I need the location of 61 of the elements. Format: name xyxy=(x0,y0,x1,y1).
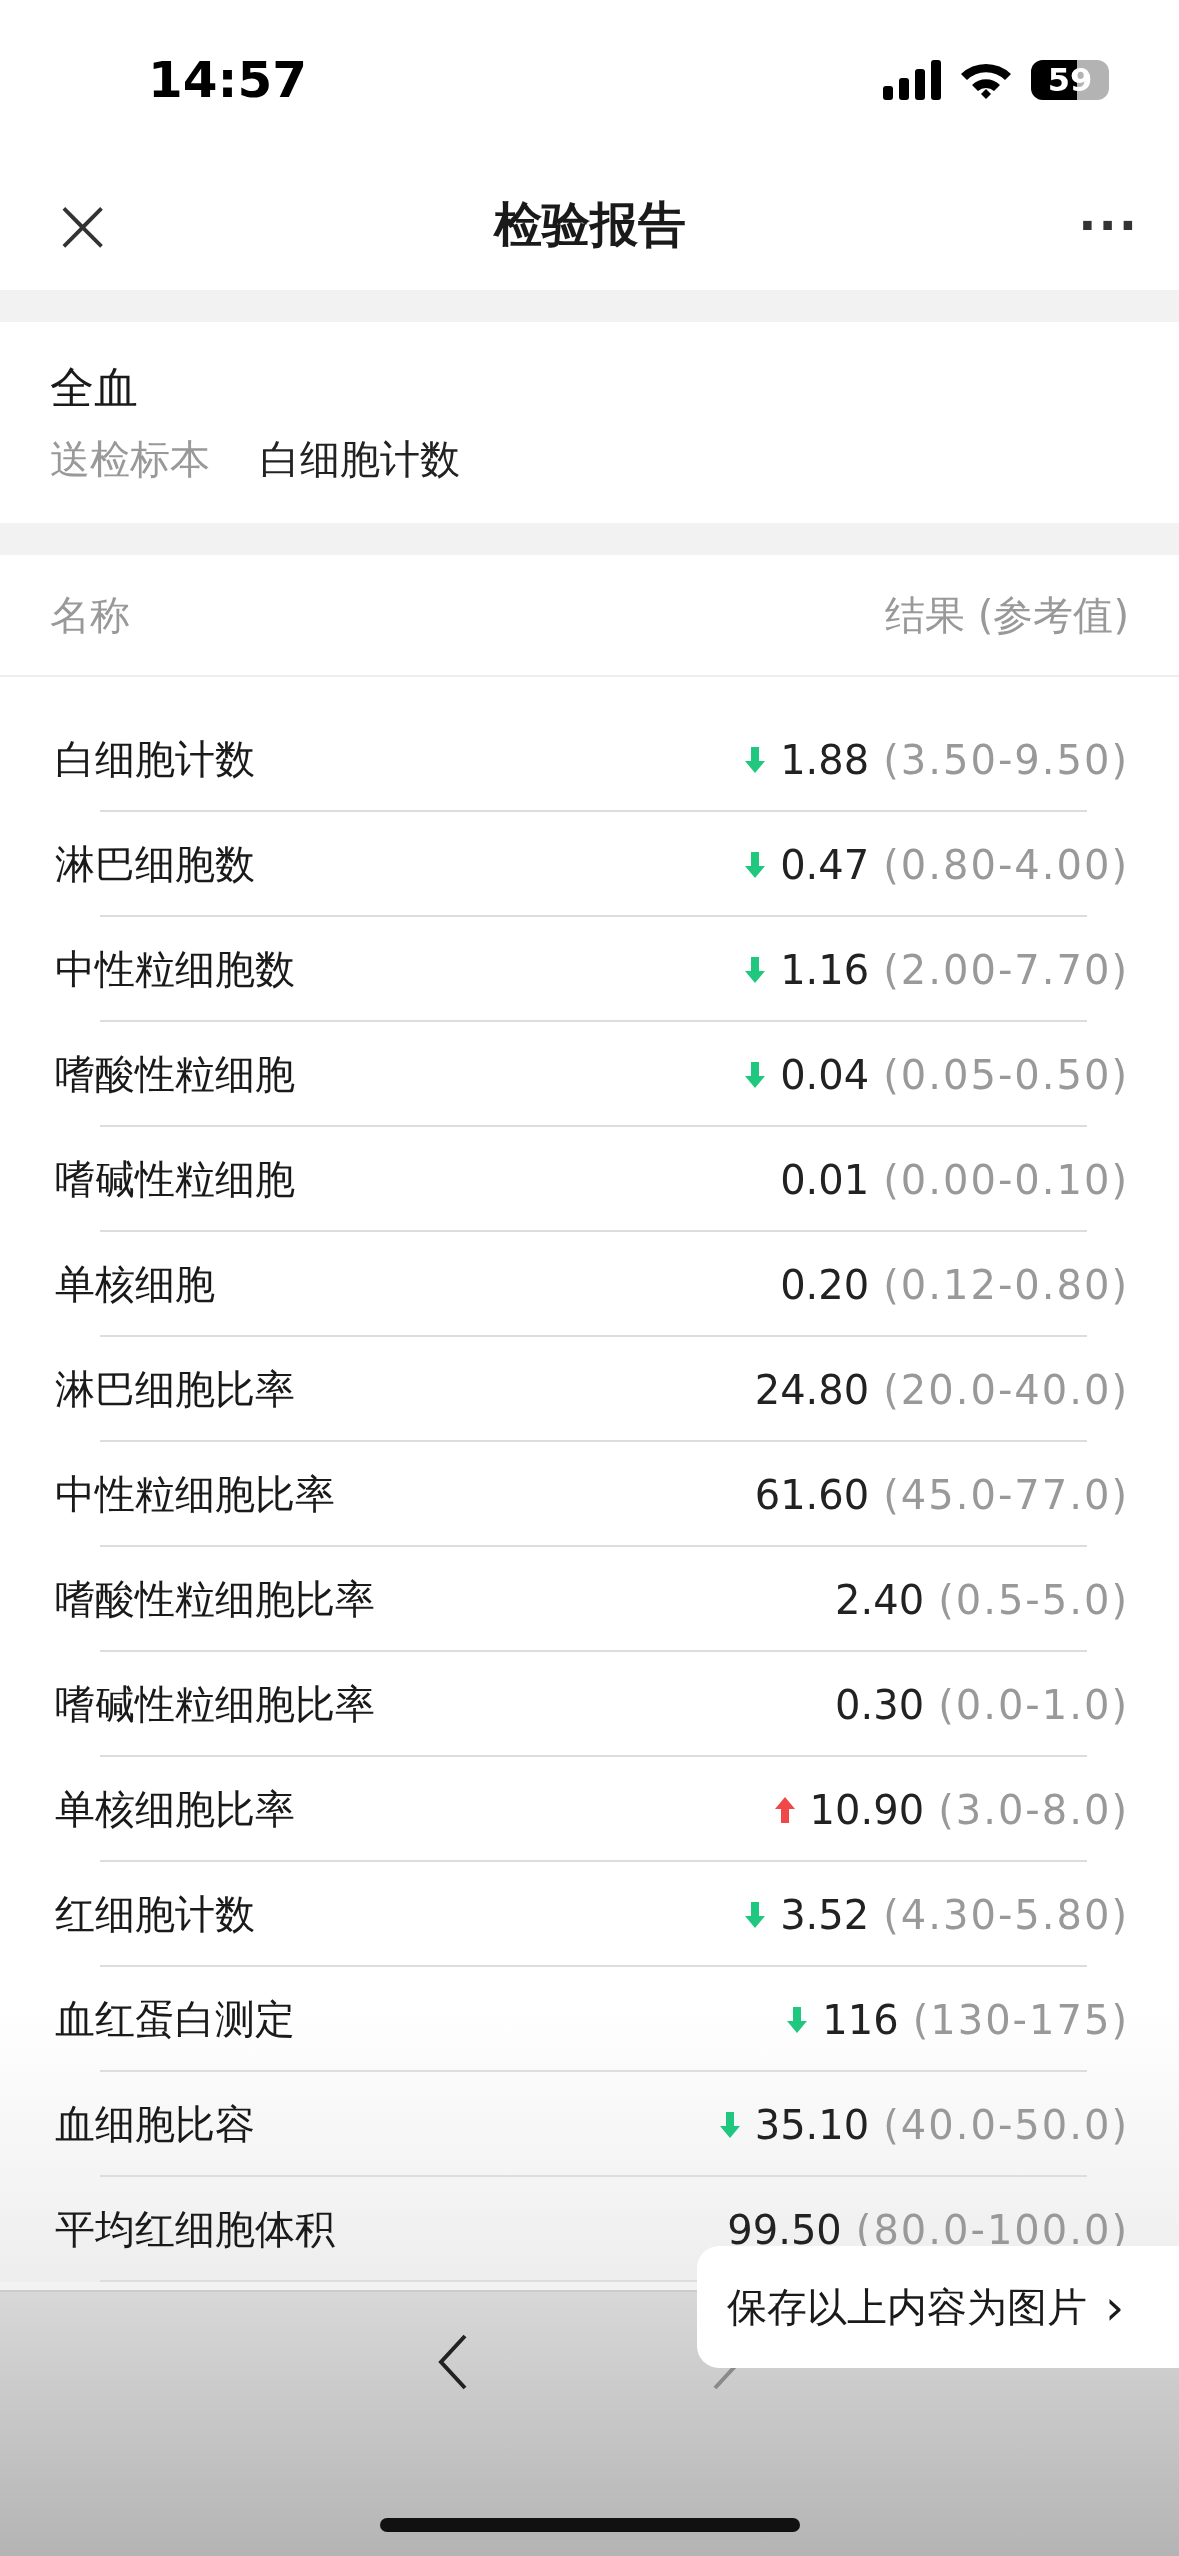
result-value: 1.16 xyxy=(780,946,870,993)
more-button[interactable]: ··· xyxy=(1078,197,1139,253)
reference-range: (2.00-7.70) xyxy=(883,946,1129,993)
test-name: 平均红细胞体积 xyxy=(55,2205,335,2254)
reference-range: (0.0-1.0) xyxy=(938,1681,1129,1728)
down-arrow-icon xyxy=(744,954,767,985)
down-arrow-icon xyxy=(786,2004,809,2035)
result-value: 10.90 xyxy=(809,1786,925,1833)
reference-range: (0.5-5.0) xyxy=(938,1576,1129,1623)
test-name: 嗜碱性粒细胞比率 xyxy=(55,1680,375,1729)
reference-range: (3.0-8.0) xyxy=(938,1786,1129,1833)
result-value: 0.47 xyxy=(780,841,870,888)
test-name: 嗜酸性粒细胞 xyxy=(55,1050,295,1099)
test-name: 淋巴细胞数 xyxy=(55,840,255,889)
test-name: 单核细胞比率 xyxy=(55,1785,295,1834)
result-value: 0.04 xyxy=(780,1051,870,1098)
specimen-label: 送检标本 xyxy=(50,434,210,484)
test-name: 白细胞计数 xyxy=(55,735,255,784)
reference-range: (0.05-0.50) xyxy=(883,1051,1129,1098)
result-value: 24.80 xyxy=(754,1366,870,1413)
result-value: 3.52 xyxy=(780,1891,870,1938)
result-value: 0.01 xyxy=(780,1156,870,1203)
column-header: 结果 (参考值) xyxy=(885,590,1129,640)
signal-icon xyxy=(883,60,941,100)
reference-range: (0.00-0.10) xyxy=(883,1156,1129,1203)
column-header: 名称 xyxy=(50,590,130,640)
test-name: 中性粒细胞数 xyxy=(55,945,295,994)
specimen-type: 全血 xyxy=(50,360,139,415)
reference-range: (20.0-40.0) xyxy=(883,1366,1129,1413)
down-arrow-icon xyxy=(744,1899,767,1930)
reference-range: (4.30-5.80) xyxy=(883,1891,1129,1938)
test-name: 嗜碱性粒细胞 xyxy=(55,1155,295,1204)
down-arrow-icon xyxy=(718,2109,741,2140)
test-name: 嗜酸性粒细胞比率 xyxy=(55,1575,375,1624)
result-value: 116 xyxy=(822,1996,899,2043)
specimen-value: 白细胞计数 xyxy=(260,434,460,484)
page-title: 检验报告 xyxy=(493,195,686,254)
result-value: 35.10 xyxy=(754,2101,870,2148)
down-arrow-icon xyxy=(744,1059,767,1090)
close-button[interactable]: × xyxy=(50,186,116,264)
result-value: 61.60 xyxy=(754,1471,870,1518)
test-name: 红细胞计数 xyxy=(55,1890,255,1939)
result-value: 0.20 xyxy=(780,1261,870,1308)
status-time: 14:57 xyxy=(148,51,308,109)
down-arrow-icon xyxy=(744,744,767,775)
reference-range: (0.80-4.00) xyxy=(883,841,1129,888)
test-name: 淋巴细胞比率 xyxy=(55,1365,295,1414)
reference-range: (3.50-9.50) xyxy=(883,736,1129,783)
reference-range: (130-175) xyxy=(912,1996,1129,2043)
result-value: 2.40 xyxy=(835,1576,925,1623)
test-name: 血红蛋白测定 xyxy=(55,1995,295,2044)
save-image-menu[interactable]: 保存以上内容为图片 › xyxy=(697,2246,1179,2368)
reference-range: (45.0-77.0) xyxy=(883,1471,1129,1518)
down-arrow-icon xyxy=(744,849,767,880)
result-value: 1.88 xyxy=(780,736,870,783)
reference-range: (40.0-50.0) xyxy=(883,2101,1129,2148)
test-name: 中性粒细胞比率 xyxy=(55,1470,335,1519)
reference-range: (0.12-0.80) xyxy=(883,1261,1129,1308)
test-name: 单核细胞 xyxy=(55,1260,215,1309)
test-name: 血细胞比容 xyxy=(55,2100,255,2149)
result-value: 0.30 xyxy=(835,1681,925,1728)
